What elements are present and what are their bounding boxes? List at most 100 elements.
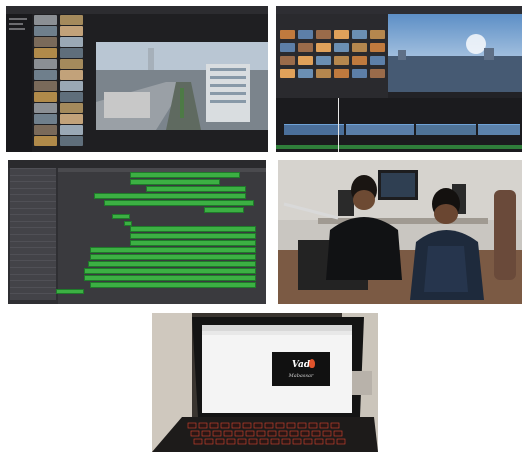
clip-thumbnail	[34, 136, 57, 146]
keyboard-key	[245, 430, 255, 437]
clip-thumbnail	[280, 30, 295, 39]
clip-thumbnail	[60, 103, 83, 113]
clip-thumbnail	[60, 125, 83, 135]
keyboard-key	[209, 422, 219, 429]
keyboard-key	[256, 430, 266, 437]
track-headers	[8, 168, 58, 304]
laptop-screen: Vad Mabassar	[202, 325, 352, 413]
clip-thumbnail	[352, 43, 367, 52]
clip-thumbnail	[298, 30, 313, 39]
keyboard-key	[325, 438, 335, 445]
clip-thumbnail	[60, 26, 83, 36]
keyboard-key	[278, 430, 288, 437]
clip-thumbnail	[34, 37, 57, 47]
audio-region	[112, 214, 130, 219]
clip-thumbnail	[352, 69, 367, 78]
timeline-clip	[284, 124, 344, 135]
clip-thumbnail	[60, 59, 83, 69]
keyboard-key	[314, 438, 324, 445]
audio-region	[94, 193, 246, 199]
keyboard-key	[333, 430, 343, 437]
library-sidebar	[6, 14, 32, 152]
keyboard-key	[311, 430, 321, 437]
keyboard-key	[190, 430, 200, 437]
imovie-browser-screenshot	[6, 6, 268, 152]
app-toolbar	[6, 6, 268, 14]
clip-thumbnail	[316, 43, 331, 52]
clip-thumbnail	[298, 43, 313, 52]
logic-pro-screenshot	[8, 160, 266, 304]
track-header	[10, 293, 56, 301]
logo-subtext: Mabassar	[288, 373, 314, 379]
clip-thumbnail	[34, 92, 57, 102]
brand-logo: Vad Mabassar	[272, 352, 330, 386]
clip-thumbnail	[34, 125, 57, 135]
clip-thumbnail	[298, 69, 313, 78]
keyboard-key	[292, 438, 302, 445]
studio-photo	[278, 160, 522, 304]
audio-region	[130, 226, 256, 232]
logo-text: Vad	[291, 360, 311, 370]
audio-region	[90, 282, 256, 288]
video-viewer	[96, 42, 268, 130]
laptop-photo: Vad Mabassar	[152, 313, 378, 452]
clip-thumbnail	[60, 92, 83, 102]
keyboard-key	[212, 430, 222, 437]
clip-thumbnail	[34, 70, 57, 80]
keyboard-key	[264, 422, 274, 429]
clip-thumbnail	[34, 59, 57, 69]
audio-region	[146, 186, 246, 192]
audio-region	[130, 179, 220, 185]
clip-thumbnail	[34, 114, 57, 124]
clip-thumbnail	[352, 30, 367, 39]
keyboard-key	[198, 422, 208, 429]
keyboard-key	[231, 422, 241, 429]
keyboard-key	[322, 430, 332, 437]
keyboard-key	[267, 430, 277, 437]
clip-thumbnail	[60, 37, 83, 47]
keyboard-key	[253, 422, 263, 429]
keyboard-key	[201, 430, 211, 437]
audio-region	[130, 233, 256, 239]
clip-thumbnail	[34, 15, 57, 25]
audio-region	[90, 247, 256, 253]
keyboard-key	[193, 438, 203, 445]
keyboard-key	[330, 422, 340, 429]
clip-thumbnail	[280, 69, 295, 78]
clip-thumbnail	[34, 103, 57, 113]
audio-region	[84, 275, 256, 281]
keyboard-key	[300, 430, 310, 437]
keyboard-key	[297, 422, 307, 429]
keyboard-key	[308, 422, 318, 429]
audio-region	[130, 240, 256, 246]
clip-thumbnail	[280, 43, 295, 52]
keyboard-key	[270, 438, 280, 445]
clip-thumbnail	[370, 43, 385, 52]
playhead	[338, 98, 339, 152]
timeline-clip	[478, 124, 520, 135]
clip-thumbnail	[34, 26, 57, 36]
clip-thumbnail	[334, 56, 349, 65]
keyboard-key	[242, 422, 252, 429]
clip-thumbnail	[334, 69, 349, 78]
keyboard-key	[220, 422, 230, 429]
keyboard-key	[289, 430, 299, 437]
keyboard-key	[319, 422, 329, 429]
clip-thumbnail	[316, 56, 331, 65]
sidebar-item	[9, 28, 25, 30]
clip-thumbnail	[370, 56, 385, 65]
video-viewer	[388, 14, 522, 92]
app-toolbar	[276, 6, 522, 14]
keyboard-key	[223, 430, 233, 437]
clip-thumbnail	[298, 56, 313, 65]
keyboard-key	[275, 422, 285, 429]
clip-thumbnail	[60, 136, 83, 146]
clip-thumbnail	[352, 56, 367, 65]
keyboard-key	[303, 438, 313, 445]
keyboard-key	[204, 438, 214, 445]
timeline-clip	[416, 124, 476, 135]
clip-thumbnail	[60, 81, 83, 91]
clip-thumbnail	[316, 30, 331, 39]
sidebar-item	[9, 18, 27, 20]
clip-thumbnail	[60, 70, 83, 80]
